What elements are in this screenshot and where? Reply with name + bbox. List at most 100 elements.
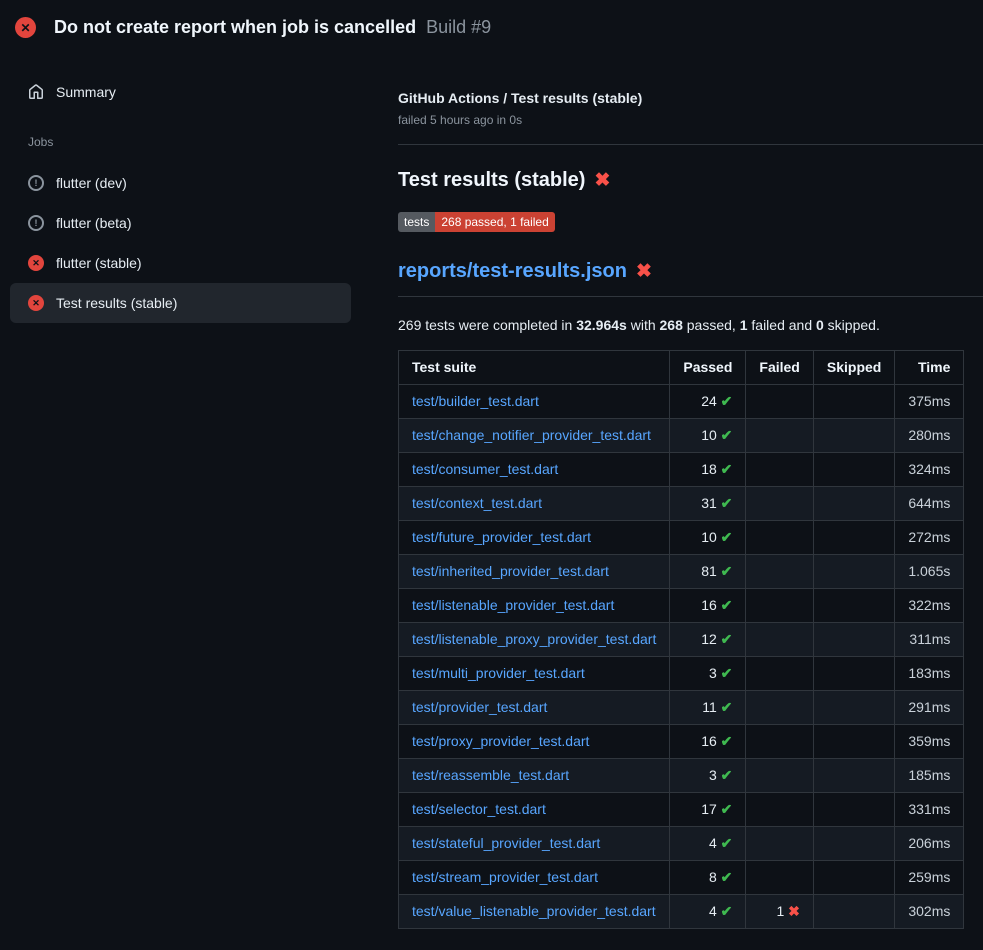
failed-cell — [746, 487, 813, 521]
suite-cell: test/provider_test.dart — [399, 691, 670, 725]
skipped-cell — [813, 657, 894, 691]
summary-line: 269 tests were completed in 32.964s with… — [398, 317, 983, 333]
passed-cell: 3 ✔ — [670, 657, 746, 691]
skipped-cell — [813, 759, 894, 793]
failed-cell — [746, 555, 813, 589]
passed-cell: 3 ✔ — [670, 759, 746, 793]
failed-cell — [746, 827, 813, 861]
table-row: test/consumer_test.dart 18 ✔ 324ms — [399, 453, 964, 487]
column-header: Test suite — [399, 351, 670, 385]
sidebar-job-flutter-dev[interactable]: flutter (dev) — [10, 163, 351, 203]
table-row: test/listenable_proxy_provider_test.dart… — [399, 623, 964, 657]
check-icon: ✔ — [721, 529, 733, 545]
skipped-cell — [813, 691, 894, 725]
test-suite-link[interactable]: test/context_test.dart — [412, 495, 542, 511]
time-cell: 1.065s — [895, 555, 964, 589]
passed-cell: 10 ✔ — [670, 521, 746, 555]
suite-cell: test/stream_provider_test.dart — [399, 861, 670, 895]
test-suite-link[interactable]: test/consumer_test.dart — [412, 461, 558, 477]
passed-cell: 18 ✔ — [670, 453, 746, 487]
table-row: test/listenable_provider_test.dart16 ✔32… — [399, 589, 964, 623]
time-cell: 331ms — [895, 793, 964, 827]
test-suite-link[interactable]: test/stream_provider_test.dart — [412, 869, 598, 885]
table-row: test/multi_provider_test.dart 3 ✔ 183ms — [399, 657, 964, 691]
sidebar: Summary Jobs flutter (dev) flutter (beta)… — [0, 53, 398, 323]
badge-label: tests — [398, 212, 435, 232]
failed-cell — [746, 759, 813, 793]
job-label: flutter (beta) — [56, 215, 131, 231]
passed-cell: 24 ✔ — [670, 385, 746, 419]
table-row: test/builder_test.dart 24 ✔ 375ms — [399, 385, 964, 419]
sidebar-job-flutter-beta[interactable]: flutter (beta) — [10, 203, 351, 243]
test-suite-link[interactable]: test/value_listenable_provider_test.dart — [412, 903, 656, 919]
sidebar-item-summary[interactable]: Summary — [10, 73, 351, 111]
results-table-head-row: Test suitePassedFailedSkippedTime — [399, 351, 964, 385]
section-title: Test results (stable) — [398, 169, 983, 192]
sidebar-job-flutter-stable[interactable]: flutter (stable) — [10, 243, 351, 283]
time-cell: 359ms — [895, 725, 964, 759]
test-suite-link[interactable]: test/reassemble_test.dart — [412, 767, 569, 783]
skipped-cell — [813, 827, 894, 861]
passed-cell: 4 ✔ — [670, 827, 746, 861]
check-icon: ✔ — [721, 427, 733, 443]
test-suite-link[interactable]: test/inherited_provider_test.dart — [412, 563, 609, 579]
failed-cell — [746, 589, 813, 623]
page-header: Do not create report when job is cancell… — [0, 0, 983, 53]
test-suite-link[interactable]: test/listenable_proxy_provider_test.dart — [412, 631, 656, 647]
time-cell: 375ms — [895, 385, 964, 419]
passed-cell: 81 ✔ — [670, 555, 746, 589]
check-icon: ✔ — [721, 461, 733, 477]
jobs-section-label: Jobs — [28, 135, 351, 149]
failed-cell — [746, 521, 813, 555]
check-icon: ✔ — [721, 393, 733, 409]
suite-cell: test/value_listenable_provider_test.dart — [399, 895, 670, 929]
passed-cell: 31 ✔ — [670, 487, 746, 521]
check-icon: ✔ — [721, 631, 733, 647]
test-suite-link[interactable]: test/builder_test.dart — [412, 393, 539, 409]
time-cell: 291ms — [895, 691, 964, 725]
run-status-line: failed 5 hours ago in 0s — [398, 113, 983, 127]
test-suite-link[interactable]: test/future_provider_test.dart — [412, 529, 591, 545]
job-label: flutter (dev) — [56, 175, 127, 191]
check-icon: ✔ — [721, 835, 733, 851]
passed-cell: 16 ✔ — [670, 725, 746, 759]
skipped-cell — [813, 861, 894, 895]
suite-cell: test/stateful_provider_test.dart — [399, 827, 670, 861]
check-icon: ✔ — [721, 597, 733, 613]
column-header: Skipped — [813, 351, 894, 385]
test-suite-link[interactable]: test/selector_test.dart — [412, 801, 546, 817]
check-icon: ✔ — [721, 733, 733, 749]
check-icon: ✔ — [721, 869, 733, 885]
test-suite-link[interactable]: test/stateful_provider_test.dart — [412, 835, 600, 851]
test-suite-link[interactable]: test/provider_test.dart — [412, 699, 547, 715]
report-link[interactable]: reports/test-results.json — [398, 260, 627, 283]
table-row: test/inherited_provider_test.dart 81 ✔ 1.0… — [399, 555, 964, 589]
test-suite-link[interactable]: test/multi_provider_test.dart — [412, 665, 585, 681]
passed-cell: 12 ✔ — [670, 623, 746, 657]
suite-cell: test/selector_test.dart — [399, 793, 670, 827]
test-suite-link[interactable]: test/change_notifier_provider_test.dart — [412, 427, 651, 443]
time-cell: 324ms — [895, 453, 964, 487]
column-header: Passed — [670, 351, 746, 385]
main-content: GitHub Actions / Test results (stable) f… — [398, 53, 983, 929]
alert-circle-icon — [28, 215, 44, 231]
time-cell: 183ms — [895, 657, 964, 691]
time-cell: 185ms — [895, 759, 964, 793]
sidebar-job-test-results-stable[interactable]: Test results (stable) — [10, 283, 351, 323]
table-row: test/change_notifier_provider_test.dart1… — [399, 419, 964, 453]
results-table-body: test/builder_test.dart24 ✔375mstest/chan… — [399, 385, 964, 929]
divider — [398, 144, 983, 145]
table-row: test/proxy_provider_test.dart 16 ✔ 359ms — [399, 725, 964, 759]
table-row: test/reassemble_test.dart 3 ✔ 185ms — [399, 759, 964, 793]
tests-badge: tests 268 passed, 1 failed — [398, 212, 555, 232]
failed-cell — [746, 725, 813, 759]
test-suite-link[interactable]: test/proxy_provider_test.dart — [412, 733, 589, 749]
job-label: flutter (stable) — [56, 255, 142, 271]
time-cell: 322ms — [895, 589, 964, 623]
page-title: Do not create report when job is cancell… — [54, 17, 416, 38]
section-title-text: Test results (stable) — [398, 169, 585, 192]
breadcrumb: GitHub Actions / Test results (stable) — [398, 90, 983, 106]
x-circle-icon — [28, 255, 44, 271]
check-icon: ✔ — [721, 495, 733, 511]
test-suite-link[interactable]: test/listenable_provider_test.dart — [412, 597, 614, 613]
